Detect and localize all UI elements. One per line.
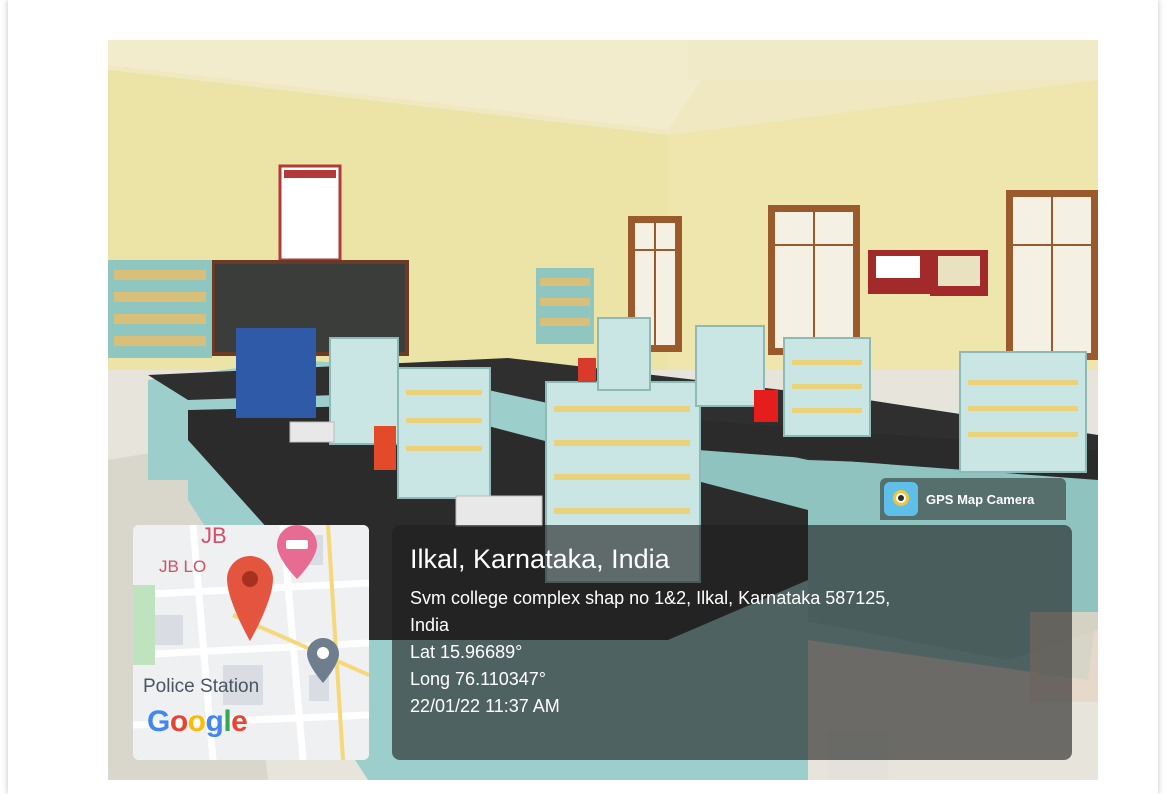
gps-map-camera-badge: GPS Map Camera bbox=[880, 478, 1066, 520]
longitude: Long 76.110347° bbox=[410, 669, 546, 689]
address-line-1: Svm college complex shap no 1&2, Ilkal, … bbox=[410, 588, 891, 608]
map-label-place: JB LO bbox=[159, 557, 207, 576]
map-label-jb: JB bbox=[201, 525, 227, 548]
timestamp: 22/01/22 11:37 AM bbox=[410, 696, 560, 716]
latitude: Lat 15.96689° bbox=[410, 642, 523, 662]
location-info-panel: Ilkal, Karnataka, India Svm college comp… bbox=[392, 525, 1072, 760]
police-pin-icon bbox=[307, 638, 339, 683]
location-map[interactable]: JB JB LO Police Station Google bbox=[133, 525, 369, 760]
map-label-police: Police Station bbox=[143, 676, 260, 697]
hotel-pin-icon bbox=[277, 525, 317, 579]
app-name: GPS Map Camera bbox=[926, 491, 1035, 507]
address-line-2: India bbox=[410, 615, 450, 635]
google-logo: Google bbox=[147, 705, 248, 738]
camera-icon bbox=[884, 482, 918, 516]
location-title: Ilkal, Karnataka, India bbox=[410, 544, 670, 574]
location-pin-icon bbox=[227, 556, 273, 641]
